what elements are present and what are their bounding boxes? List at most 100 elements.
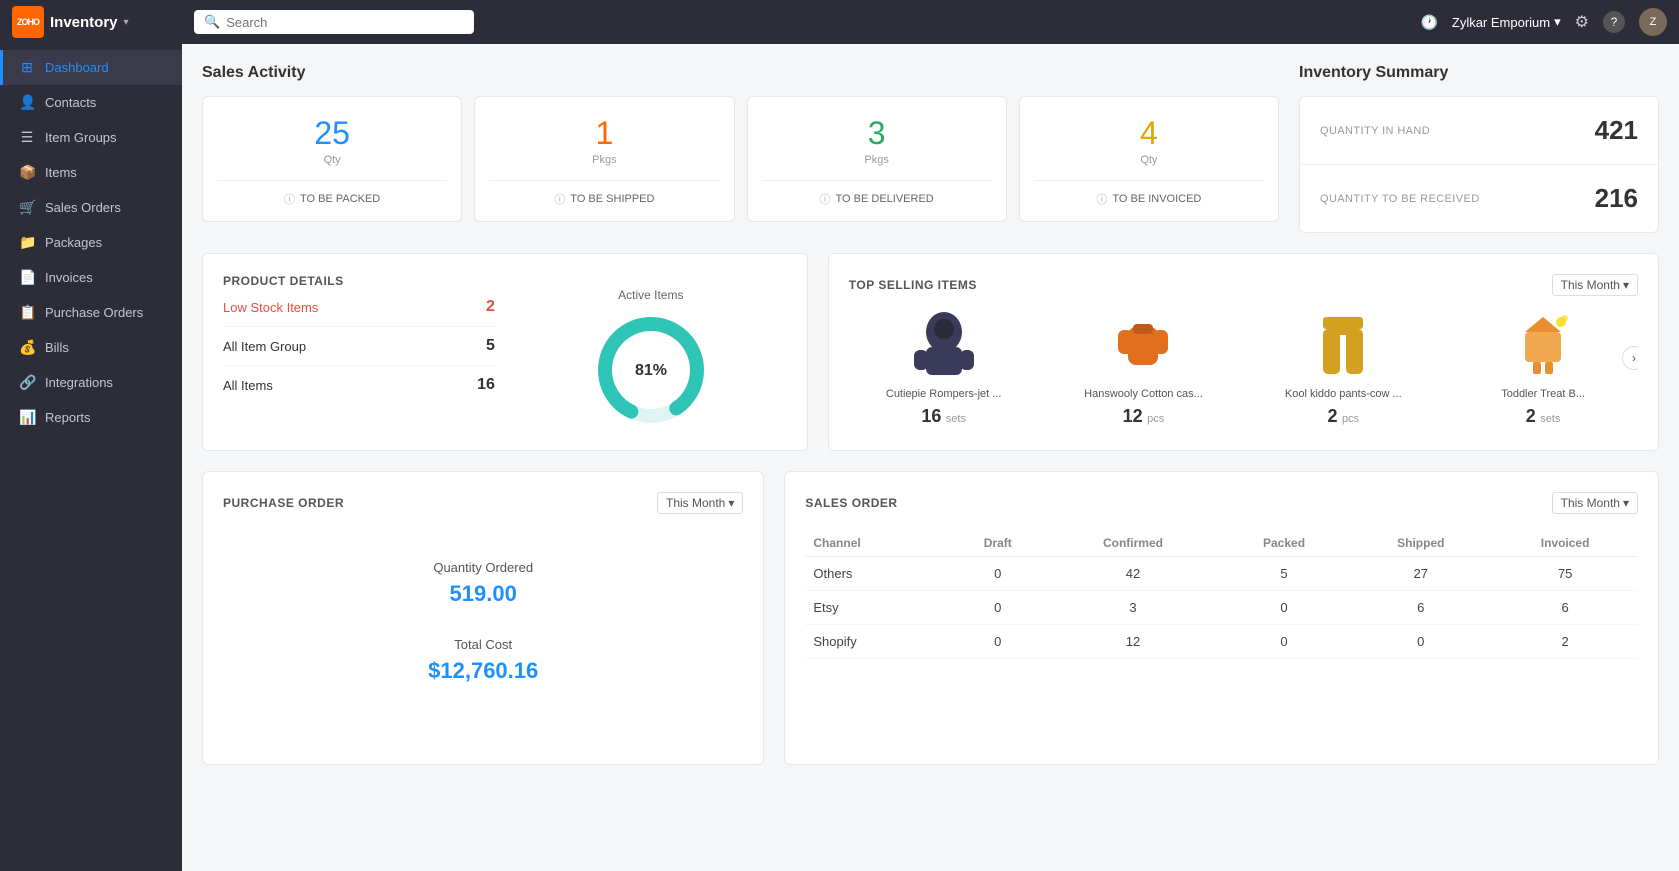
- avatar[interactable]: Z: [1639, 8, 1667, 36]
- sidebar-item-integrations[interactable]: 🔗 Integrations: [0, 365, 182, 400]
- dashboard-icon: ⊞: [19, 59, 35, 76]
- so-others-packed: 5: [1219, 557, 1350, 591]
- sidebar-item-purchase-orders[interactable]: 📋 Purchase Orders: [0, 295, 182, 330]
- activity-card-packed[interactable]: 25 Qty ⓘ TO BE PACKED: [202, 96, 462, 222]
- activity-card-shipped[interactable]: 1 Pkgs ⓘ TO BE SHIPPED: [474, 96, 734, 222]
- sidebar-item-packages[interactable]: 📁 Packages: [0, 225, 182, 260]
- selling-qty-2: 2: [1327, 406, 1337, 426]
- selling-item-3[interactable]: Toddler Treat B... 2 sets: [1448, 312, 1638, 427]
- content-area: Sales Activity 25 Qty ⓘ TO BE PACKED 1 P…: [182, 44, 1679, 871]
- so-chevron: ▾: [1623, 496, 1629, 510]
- delivered-value: 3: [762, 115, 992, 152]
- low-stock-value: 2: [486, 298, 495, 316]
- bottom-area: PURCHASE ORDER This Month ▾ Quantity Ord…: [202, 471, 1659, 765]
- so-etsy-packed: 0: [1219, 591, 1350, 625]
- selling-name-3: Toddler Treat B...: [1448, 388, 1638, 400]
- sidebar-item-bills[interactable]: 💰 Bills: [0, 330, 182, 365]
- selling-name-0: Cutiepie Rompers-jet ...: [849, 388, 1039, 400]
- sidebar: ⊞ Dashboard 👤 Contacts ☰ Item Groups 📦 I…: [0, 44, 182, 871]
- top-selling-period-select[interactable]: This Month ▾: [1552, 274, 1638, 296]
- reports-icon: 📊: [19, 409, 35, 426]
- sidebar-item-item-groups[interactable]: ☰ Item Groups: [0, 120, 182, 155]
- sidebar-item-dashboard[interactable]: ⊞ Dashboard: [0, 50, 182, 85]
- sidebar-item-label: Sales Orders: [45, 200, 121, 215]
- packed-status-label: TO BE PACKED: [300, 193, 380, 205]
- low-stock-row[interactable]: Low Stock Items 2: [223, 288, 495, 327]
- invoiced-info-icon: ⓘ: [1096, 191, 1107, 207]
- selling-item-2[interactable]: Kool kiddo pants-cow ... 2 pcs: [1248, 312, 1438, 427]
- sidebar-item-label: Packages: [45, 235, 102, 250]
- top-nav: ZOHO Inventory ▾ 🔍 🕐 Zylkar Emporium ▾ ⚙…: [0, 0, 1679, 44]
- top-area: Sales Activity 25 Qty ⓘ TO BE PACKED 1 P…: [202, 64, 1659, 233]
- inv-in-hand-label: QUANTITY IN HAND: [1320, 125, 1430, 137]
- donut-label: Active Items: [618, 288, 683, 302]
- history-icon[interactable]: 🕐: [1420, 14, 1437, 31]
- purchase-order-card: PURCHASE ORDER This Month ▾ Quantity Ord…: [202, 471, 764, 765]
- so-shopify-channel: Shopify: [805, 625, 948, 659]
- so-shopify-shipped: 0: [1349, 625, 1492, 659]
- inv-to-receive-value: 216: [1595, 183, 1638, 214]
- sidebar-item-reports[interactable]: 📊 Reports: [0, 400, 182, 435]
- sidebar-item-label: Items: [45, 165, 77, 180]
- so-others-shipped: 27: [1349, 557, 1492, 591]
- logo-area: ZOHO Inventory ▾: [12, 6, 182, 38]
- invoices-icon: 📄: [19, 269, 35, 286]
- po-header: PURCHASE ORDER This Month ▾: [223, 492, 743, 514]
- settings-icon[interactable]: ⚙: [1575, 12, 1589, 32]
- so-shopify-invoiced: 2: [1492, 625, 1638, 659]
- inventory-summary-card: QUANTITY IN HAND 421 QUANTITY TO BE RECE…: [1299, 96, 1659, 233]
- product-details-title: PRODUCT DETAILS: [223, 274, 787, 288]
- org-selector[interactable]: Zylkar Emporium ▾: [1452, 14, 1561, 30]
- so-col-draft: Draft: [948, 530, 1047, 557]
- top-selling-header: TOP SELLING ITEMS This Month ▾: [849, 274, 1638, 296]
- selling-qty-3: 2: [1526, 406, 1536, 426]
- selling-item-1[interactable]: Hanswooly Cotton cas... 12 pcs: [1049, 312, 1239, 427]
- shipped-value: 1: [489, 115, 719, 152]
- so-etsy-confirmed: 3: [1047, 591, 1218, 625]
- integrations-icon: 🔗: [19, 374, 35, 391]
- top-selling-chevron: ▾: [1623, 278, 1629, 292]
- inventory-summary-section: Inventory Summary QUANTITY IN HAND 421 Q…: [1299, 64, 1659, 233]
- so-col-confirmed: Confirmed: [1047, 530, 1218, 557]
- search-input[interactable]: [226, 15, 464, 30]
- app-chevron[interactable]: ▾: [124, 17, 129, 28]
- activity-cards: 25 Qty ⓘ TO BE PACKED 1 Pkgs ⓘ TO BE SHI…: [202, 96, 1279, 222]
- inv-to-receive-row: QUANTITY TO BE RECEIVED 216: [1300, 165, 1658, 232]
- nav-right: 🕐 Zylkar Emporium ▾ ⚙ ? Z: [1420, 8, 1667, 36]
- selling-items-row: Cutiepie Rompers-jet ... 16 sets: [849, 312, 1638, 427]
- activity-card-invoiced[interactable]: 4 Qty ⓘ TO BE INVOICED: [1019, 96, 1279, 222]
- so-others-draft: 0: [948, 557, 1047, 591]
- sales-order-card: SALES ORDER This Month ▾ Channel Draft C…: [784, 471, 1659, 765]
- contacts-icon: 👤: [19, 94, 35, 111]
- po-chevron: ▾: [728, 496, 734, 510]
- so-period-label: This Month: [1561, 496, 1620, 510]
- selling-name-2: Kool kiddo pants-cow ...: [1248, 388, 1438, 400]
- packages-icon: 📁: [19, 234, 35, 251]
- bills-icon: 💰: [19, 339, 35, 356]
- sidebar-item-contacts[interactable]: 👤 Contacts: [0, 85, 182, 120]
- delivered-unit: Pkgs: [762, 154, 992, 166]
- selling-item-0[interactable]: Cutiepie Rompers-jet ... 16 sets: [849, 312, 1039, 427]
- top-selling-period-label: This Month: [1561, 278, 1620, 292]
- top-selling-card: TOP SELLING ITEMS This Month ▾: [828, 253, 1659, 451]
- invoiced-value: 4: [1034, 115, 1264, 152]
- help-icon[interactable]: ?: [1603, 11, 1625, 33]
- product-table: Low Stock Items 2 All Item Group 5 All I…: [223, 288, 495, 430]
- all-items-row[interactable]: All Items 16: [223, 366, 495, 404]
- sidebar-item-sales-orders[interactable]: 🛒 Sales Orders: [0, 190, 182, 225]
- selling-unit-2: pcs: [1342, 413, 1359, 425]
- all-item-group-row[interactable]: All Item Group 5: [223, 327, 495, 366]
- zoho-logo: ZOHO: [12, 6, 44, 38]
- inv-to-receive-label: QUANTITY TO BE RECEIVED: [1320, 193, 1480, 205]
- all-item-group-value: 5: [486, 337, 495, 355]
- sidebar-item-items[interactable]: 📦 Items: [0, 155, 182, 190]
- top-selling-title: TOP SELLING ITEMS: [849, 278, 977, 292]
- sidebar-item-invoices[interactable]: 📄 Invoices: [0, 260, 182, 295]
- po-period-select[interactable]: This Month ▾: [657, 492, 743, 514]
- selling-qty-1: 12: [1123, 406, 1143, 426]
- activity-card-delivered[interactable]: 3 Pkgs ⓘ TO BE DELIVERED: [747, 96, 1007, 222]
- sidebar-item-label: Integrations: [45, 375, 113, 390]
- so-period-select[interactable]: This Month ▾: [1552, 492, 1638, 514]
- sidebar-item-label: Invoices: [45, 270, 93, 285]
- so-etsy-invoiced: 6: [1492, 591, 1638, 625]
